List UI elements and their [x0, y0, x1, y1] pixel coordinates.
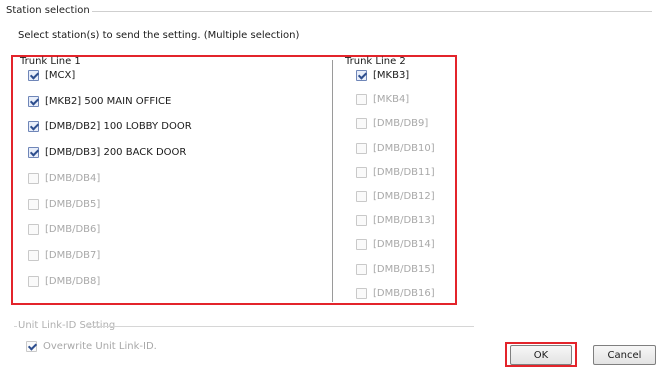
- unit-link-border: [86, 326, 474, 327]
- station-checkbox[interactable]: [28, 275, 39, 287]
- station-checkbox[interactable]: [28, 198, 39, 210]
- station-checkbox[interactable]: [356, 263, 367, 275]
- ok-button[interactable]: OK: [510, 345, 572, 365]
- trunk-line-2-title: Trunk Line 2: [345, 56, 406, 67]
- station-checkbox[interactable]: [28, 147, 39, 159]
- station-option[interactable]: [MKB3]: [356, 69, 409, 82]
- station-label: [DMB/DB3] 200 BACK DOOR: [45, 147, 187, 159]
- station-label: [DMB/DB13]: [373, 215, 435, 227]
- overwrite-unit-link-checkbox[interactable]: Overwrite Unit Link-ID.: [26, 340, 157, 353]
- station-option[interactable]: [DMB/DB3] 200 BACK DOOR: [28, 146, 186, 159]
- station-checkbox[interactable]: [356, 215, 367, 227]
- station-option[interactable]: [DMB/DB7]: [28, 249, 100, 262]
- station-checkbox[interactable]: [28, 172, 39, 184]
- station-label: [DMB/DB5]: [45, 198, 101, 210]
- station-label: [DMB/DB16]: [373, 287, 435, 299]
- station-option[interactable]: [MCX]: [28, 69, 75, 82]
- station-label: [DMB/DB7]: [45, 249, 101, 261]
- station-label: [DMB/DB4]: [45, 172, 101, 184]
- cancel-button[interactable]: Cancel: [593, 345, 656, 365]
- station-checkbox[interactable]: [356, 191, 367, 202]
- station-checkbox[interactable]: [28, 224, 39, 236]
- station-label: [DMB/DB14]: [373, 239, 435, 251]
- station-checkbox[interactable]: [356, 94, 367, 106]
- station-option[interactable]: [DMB/DB9]: [356, 117, 428, 130]
- group-border: [80, 11, 652, 12]
- station-checkbox[interactable]: [356, 166, 367, 178]
- station-label: [DMB/DB9]: [373, 118, 429, 130]
- checkbox-box[interactable]: [26, 341, 37, 352]
- station-option[interactable]: [DMB/DB2] 100 LOBBY DOOR: [28, 120, 192, 133]
- trunk-line-1-title: Trunk Line 1: [20, 56, 81, 67]
- station-option[interactable]: [MKB4]: [356, 93, 409, 106]
- unit-link-border-left: [14, 326, 17, 327]
- station-label: [DMB/DB8]: [45, 275, 101, 287]
- station-label: [DMB/DB2] 100 LOBBY DOOR: [45, 121, 192, 133]
- station-option[interactable]: [DMB/DB5]: [28, 198, 100, 211]
- station-label: [DMB/DB10]: [373, 142, 435, 154]
- station-label: [DMB/DB12]: [373, 191, 435, 202]
- group-title: Station selection: [4, 5, 92, 16]
- overwrite-unit-link-label: Overwrite Unit Link-ID.: [43, 341, 157, 352]
- station-label: [MKB3]: [373, 70, 410, 81]
- station-option[interactable]: [DMB/DB15]: [356, 263, 435, 276]
- station-option[interactable]: [DMB/DB16]: [356, 287, 435, 300]
- station-label: [MCX]: [45, 70, 76, 81]
- station-option[interactable]: [DMB/DB4]: [28, 172, 100, 185]
- station-option[interactable]: [DMB/DB13]: [356, 214, 435, 227]
- station-checkbox[interactable]: [28, 249, 39, 261]
- station-option[interactable]: [DMB/DB12]: [356, 190, 435, 203]
- station-checkbox[interactable]: [356, 142, 367, 154]
- station-checkbox[interactable]: [28, 95, 39, 107]
- station-option[interactable]: [DMB/DB8]: [28, 275, 100, 288]
- station-label: [MKB2] 500 MAIN OFFICE: [45, 95, 172, 107]
- station-label: [MKB4]: [373, 94, 410, 106]
- station-option[interactable]: [DMB/DB14]: [356, 238, 435, 251]
- instruction-text: Select station(s) to send the setting. (…: [18, 30, 300, 41]
- station-option[interactable]: [DMB/DB6]: [28, 223, 100, 236]
- station-checkbox[interactable]: [356, 239, 367, 251]
- station-checkbox[interactable]: [356, 287, 367, 299]
- station-label: [DMB/DB11]: [373, 166, 435, 178]
- station-option[interactable]: [DMB/DB11]: [356, 166, 435, 179]
- station-label: [DMB/DB15]: [373, 263, 435, 275]
- column-divider: [332, 60, 333, 302]
- station-checkbox[interactable]: [356, 70, 367, 81]
- station-label: [DMB/DB6]: [45, 224, 101, 236]
- station-checkbox[interactable]: [356, 118, 367, 130]
- station-option[interactable]: [MKB2] 500 MAIN OFFICE: [28, 95, 171, 108]
- station-checkbox[interactable]: [28, 70, 39, 81]
- station-checkbox[interactable]: [28, 121, 39, 133]
- station-option[interactable]: [DMB/DB10]: [356, 142, 435, 155]
